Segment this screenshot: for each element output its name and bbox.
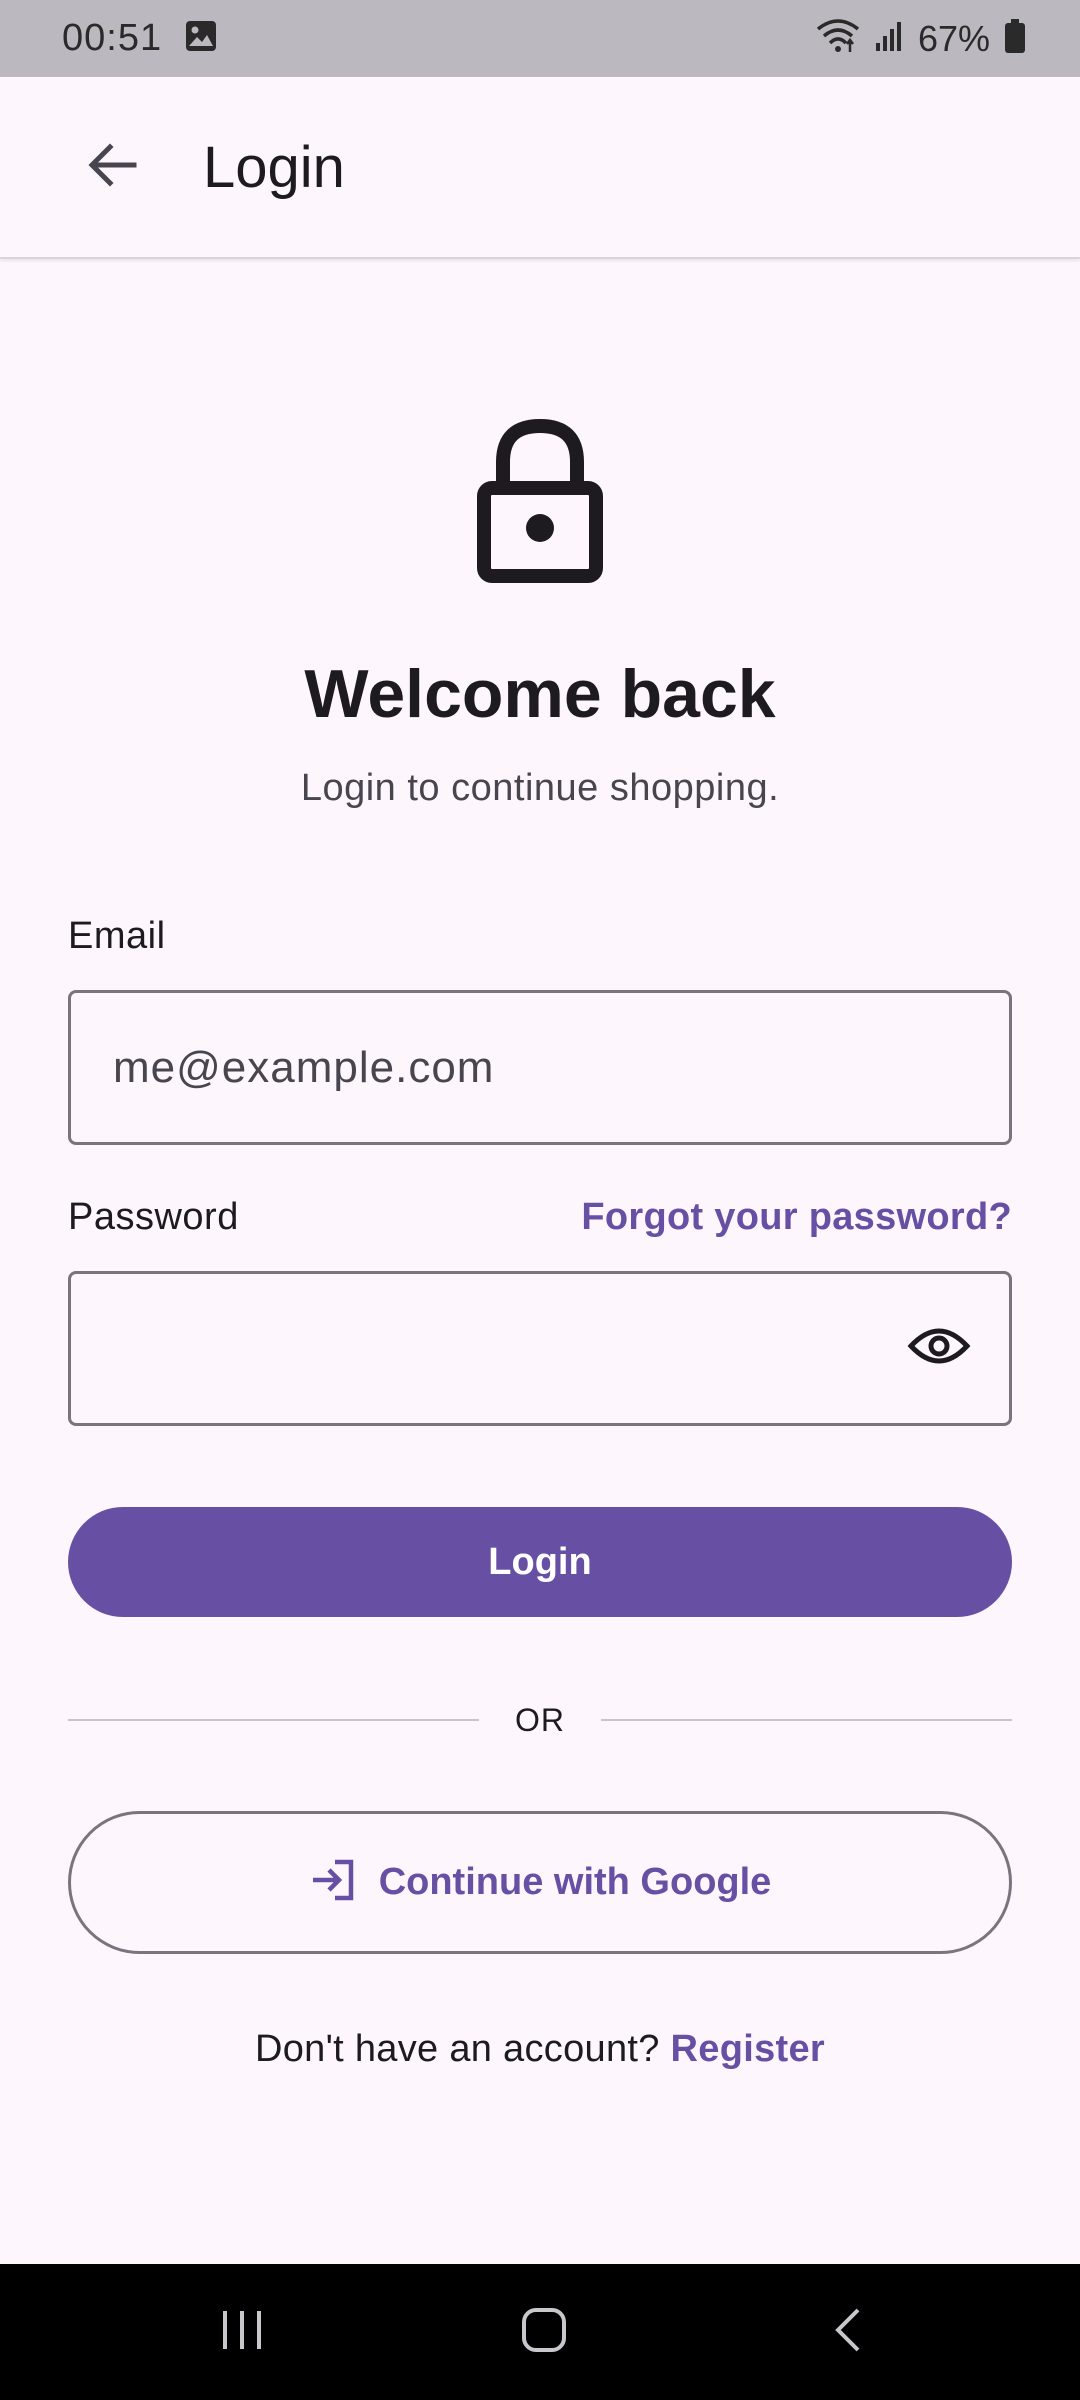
email-label: Email [68,915,166,957]
password-field-box [68,1271,1012,1426]
system-nav-bar [0,2264,1080,2400]
continue-with-google-button[interactable]: Continue with Google [68,1811,1012,1954]
back-button[interactable] [68,123,156,211]
status-left: 00:51 [62,17,218,60]
wifi-icon [816,19,860,58]
welcome-heading: Welcome back [304,656,776,732]
or-divider: OR [68,1700,1012,1740]
toggle-password-visibility-button[interactable] [899,1309,979,1389]
nav-recents-button[interactable] [192,2282,292,2382]
divider-line-left [68,1719,479,1721]
nav-back-icon [830,2306,866,2359]
divider-line-right [601,1719,1012,1721]
signal-icon [874,19,904,58]
lock-icon-wrap [0,418,1080,589]
app-bar: Login [0,77,1080,259]
email-field-box [68,990,1012,1145]
welcome-subheading: Login to continue shopping. [300,767,780,809]
home-icon [520,2306,568,2359]
eye-icon [907,1324,971,1373]
login-button[interactable]: Login [68,1507,1012,1617]
image-icon [184,19,218,58]
register-prompt: Don't have an account? [254,2028,671,2070]
nav-back-button[interactable] [798,2282,898,2382]
divider-text: OR [515,1701,565,1738]
forgot-password-link[interactable]: Forgot your password? [581,1196,1012,1239]
status-right: 67% [816,18,1026,60]
recents-icon [219,2307,265,2358]
battery-percent: 67% [917,17,990,59]
password-label: Password [68,1196,239,1238]
password-field[interactable] [71,1274,1009,1423]
battery-icon [1004,18,1026,59]
arrow-left-icon [84,137,140,198]
google-button-label: Continue with Google [378,1861,772,1903]
register-link[interactable]: Register [671,2028,825,2070]
register-row: Don't have an account? Register [0,2028,1080,2071]
email-field[interactable] [71,993,1009,1142]
status-time: 00:51 [62,17,163,59]
page-title: Login [203,134,345,200]
status-bar: 00:51 67% [0,0,1080,77]
nav-home-button[interactable] [494,2282,594,2382]
login-arrow-icon [309,1858,357,1907]
lock-icon [475,418,605,589]
